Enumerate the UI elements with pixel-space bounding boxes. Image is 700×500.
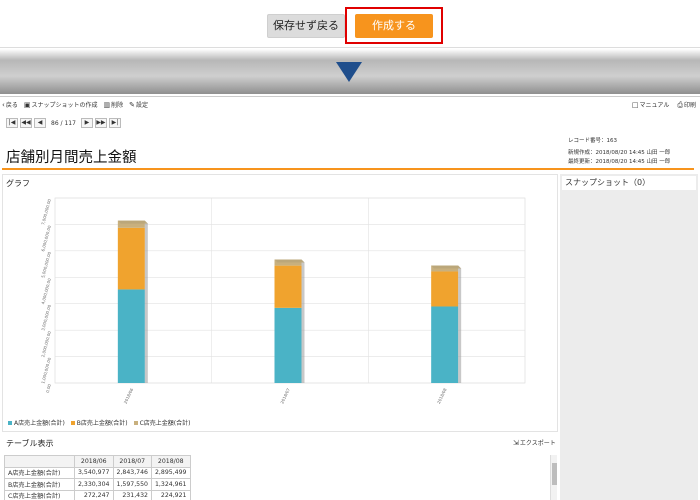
x-tick-label: 2018/08 [436, 387, 448, 405]
table-row-label: A店売上金額(合計) [4, 466, 75, 479]
table-cell: 3,540,977 [74, 466, 114, 479]
legend-label-b: B店売上金額(合計) [76, 420, 128, 427]
table-cell: 2,895,499 [151, 466, 191, 479]
x-tick-label: 2018/06 [123, 387, 135, 405]
table-row: C店売上金額(合計) 272,247 231,432 224,921 [4, 489, 191, 500]
bar-segment [431, 271, 459, 307]
table-cell: 1,597,550 [112, 478, 152, 491]
y-tick-label: 4,000,000.00 [40, 277, 52, 305]
bar-shade [144, 220, 148, 383]
legend-swatch-c [133, 421, 138, 425]
table-cell: 2,843,746 [112, 466, 152, 479]
snapshot-panel: スナップショット（0） [560, 174, 698, 500]
legend-swatch-b [70, 421, 75, 425]
table-header-corner [4, 455, 75, 468]
legend-item-b: B店売上金額(合計) [70, 418, 128, 427]
legend-swatch-a [8, 421, 12, 425]
bar-shade [458, 265, 462, 383]
y-tick-label: 5,000,000.00 [40, 251, 52, 279]
table-panel-title: テーブル表示 [6, 439, 54, 448]
table-header: 2018/07 [112, 455, 152, 468]
chart-bars [117, 220, 462, 383]
table-scrollbar[interactable] [550, 455, 557, 500]
bar-segment [274, 265, 302, 308]
bar-segment [431, 306, 459, 383]
bar-top [274, 259, 305, 263]
table-cell: 231,432 [112, 489, 152, 500]
table-cell: 224,921 [151, 489, 191, 500]
export-icon: ⇲ [513, 439, 519, 447]
bar-shade [301, 259, 305, 383]
y-tick-label: 0.00 [45, 383, 52, 393]
table-row-label: C店売上金額(合計) [4, 489, 75, 500]
bar-top [431, 265, 462, 269]
table-row-label: B店売上金額(合計) [4, 478, 75, 491]
bar-top [117, 220, 148, 224]
table-header: 2018/06 [74, 455, 114, 468]
table-row: B店売上金額(合計) 2,330,304 1,597,550 1,324,961 [4, 478, 191, 491]
bar-segment [117, 227, 145, 290]
y-tick-label: 1,000,000.00 [40, 357, 52, 385]
bar-segment [274, 307, 302, 383]
scrollbar-thumb[interactable] [552, 463, 557, 485]
table-cell: 1,324,961 [151, 478, 191, 491]
y-tick-label: 2,000,000.00 [40, 330, 52, 358]
table-row: A店売上金額(合計) 3,540,977 2,843,746 2,895,499 [4, 466, 191, 479]
export-label: エクスポート [519, 440, 556, 447]
export-link[interactable]: ⇲エクスポート [513, 438, 556, 447]
chart-legend: A店売上金額(合計) B店売上金額(合計) C店売上金額(合計) [8, 418, 190, 427]
screen: 保存せず戻る 作成する ‹戻る ▣スナップショットの作成 ▥削除 ✎設定 □マニ… [0, 0, 700, 500]
chart-labels: 0.001,000,000.002,000,000.003,000,000.00… [40, 198, 448, 404]
table-cell: 2,330,304 [74, 478, 114, 491]
legend-item-a: A店売上金額(合計) [8, 418, 65, 427]
y-tick-label: 3,000,000.00 [40, 304, 52, 332]
bar-segment [117, 289, 145, 383]
table-cell: 272,247 [74, 489, 114, 500]
snapshot-title: スナップショット（0） [562, 176, 696, 190]
x-tick-label: 2018/07 [279, 387, 291, 405]
y-tick-label: 6,000,000.00 [40, 224, 52, 252]
table-header: 2018/08 [151, 455, 191, 468]
table-header-row: 2018/06 2018/07 2018/08 [4, 455, 191, 468]
data-table: 2018/06 2018/07 2018/08 A店売上金額(合計) 3,540… [4, 455, 191, 500]
legend-label-a: A店売上金額(合計) [14, 420, 65, 427]
legend-label-c: C店売上金額(合計) [139, 420, 191, 427]
legend-item-c: C店売上金額(合計) [133, 418, 191, 427]
y-tick-label: 7,000,000.00 [40, 198, 52, 226]
